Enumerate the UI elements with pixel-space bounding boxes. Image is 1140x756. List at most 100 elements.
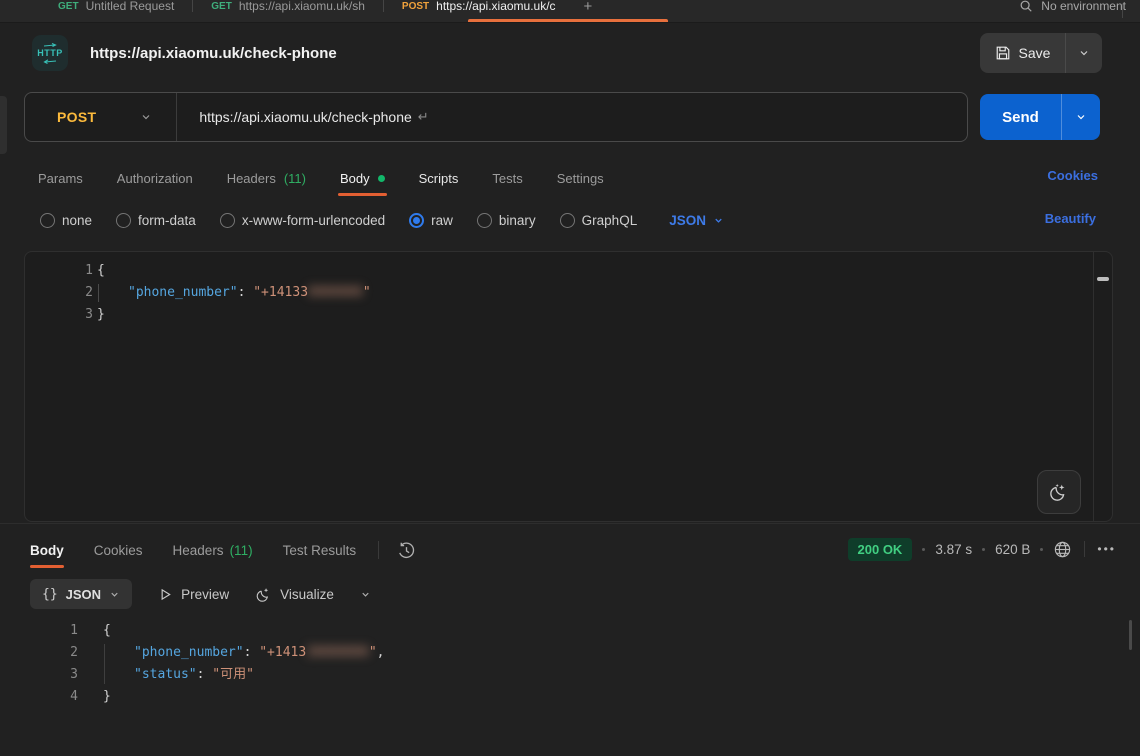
network-globe-icon[interactable] (1053, 540, 1072, 559)
radio-graphql[interactable] (560, 213, 575, 228)
tab-tests[interactable]: Tests (492, 160, 522, 196)
active-tab-underline (468, 19, 668, 22)
cookies-link[interactable]: Cookies (1047, 168, 1098, 183)
request-tab-2[interactable]: GET https://api.xiaomu.uk/sh (193, 0, 383, 21)
resp-headers-count: (11) (230, 543, 253, 558)
method-badge: GET (211, 1, 232, 12)
response-meta: 200 OK 3.87 s 620 B ••• (848, 534, 1116, 564)
headers-count: (11) (284, 171, 306, 186)
status-badge[interactable]: 200 OK (848, 538, 913, 561)
response-size[interactable]: 620 B (995, 542, 1030, 557)
send-label: Send (980, 109, 1061, 126)
url-bar: POST https://api.xiaomu.uk/check-phone ↵ (24, 92, 968, 142)
tab-bar-divider (1122, 4, 1123, 18)
braces-icon: {} (42, 587, 58, 602)
resp-tab-body-active[interactable]: Body (30, 530, 64, 570)
redacted-phone-digits: 30000000 (306, 645, 369, 660)
indent-guide (104, 644, 105, 684)
line-number: 3 (53, 304, 93, 326)
resp-tab-test-results[interactable]: Test Results (283, 530, 357, 570)
http-request-icon: HTTP (32, 35, 68, 71)
resp-tab-cookies[interactable]: Cookies (94, 530, 143, 570)
send-options-caret[interactable] (1062, 94, 1100, 140)
tab-settings[interactable]: Settings (557, 160, 604, 196)
method-selector-caret[interactable] (140, 111, 152, 123)
request-tab-3-active[interactable]: POST https://api.xiaomu.uk/c (384, 0, 574, 21)
resp-code-line-3: "status": "可用" (134, 664, 254, 686)
redacted-phone-digits: 0000000 (308, 285, 363, 300)
response-body-viewer[interactable]: 1 2 3 4 { "phone_number": "+141330000000… (0, 612, 1140, 756)
mode-none[interactable]: none (40, 213, 92, 228)
request-header: HTTP https://api.xiaomu.uk/check-phone S… (0, 31, 1140, 75)
editor-scrollbar-thumb[interactable] (1097, 277, 1109, 281)
radio-none[interactable] (40, 213, 55, 228)
resp-code-line-2: "phone_number": "+141330000000", (134, 642, 384, 664)
line-number: 1 (38, 620, 78, 642)
radio-form-data[interactable] (116, 213, 131, 228)
mode-binary[interactable]: binary (477, 213, 536, 228)
send-button[interactable]: Send (980, 94, 1100, 140)
line-number: 1 (53, 260, 93, 282)
body-language-select[interactable]: JSON (669, 213, 724, 228)
search-icon (1019, 0, 1033, 13)
url-return-glyph: ↵ (418, 109, 429, 125)
tab-label: https://api.xiaomu.uk/c (436, 0, 555, 13)
visualize-sparkle-icon (255, 586, 272, 603)
workspace-tab-bar: GET Untitled Request GET https://api.xia… (0, 0, 1140, 23)
mode-graphql[interactable]: GraphQL (560, 213, 638, 228)
request-title: https://api.xiaomu.uk/check-phone (90, 45, 337, 62)
line-number: 2 (38, 642, 78, 664)
body-modified-dot (378, 175, 385, 182)
environment-label: No environment (1041, 0, 1126, 13)
play-icon (158, 587, 173, 602)
radio-raw-selected[interactable] (409, 213, 424, 228)
visualize-caret[interactable] (360, 589, 371, 600)
save-icon (995, 45, 1011, 61)
response-time[interactable]: 3.87 s (935, 542, 972, 557)
request-body-editor[interactable]: 1 2 3 { "phone_number": "+141330000000" … (24, 251, 1113, 522)
response-toolbar: {} JSON Preview Visualize (0, 576, 1140, 612)
save-button[interactable]: Save (980, 33, 1102, 73)
radio-binary[interactable] (477, 213, 492, 228)
preview-button[interactable]: Preview (158, 587, 229, 602)
tab-headers[interactable]: Headers(11) (227, 160, 306, 196)
response-more-button[interactable]: ••• (1097, 542, 1116, 556)
postbot-button[interactable] (1037, 470, 1081, 514)
tab-label: Untitled Request (86, 0, 175, 13)
visualize-button[interactable]: Visualize (255, 586, 334, 603)
sidebar-collapse-handle[interactable] (0, 96, 7, 154)
code-line-2: "phone_number": "+141330000000" (128, 282, 371, 304)
tab-authorization[interactable]: Authorization (117, 160, 193, 196)
line-number: 3 (38, 664, 78, 686)
method-badge: GET (58, 1, 79, 12)
code-line-3: } (97, 304, 105, 326)
line-number: 2 (53, 282, 93, 304)
resp-code-line-4: } (103, 686, 111, 708)
tab-params[interactable]: Params (38, 160, 83, 196)
tab-label: https://api.xiaomu.uk/sh (239, 0, 365, 13)
editor-scrollbar[interactable] (1093, 252, 1112, 521)
method-badge: POST (402, 1, 429, 12)
radio-urlencoded[interactable] (220, 213, 235, 228)
save-label: Save (1019, 45, 1051, 61)
body-mode-row: none form-data x-www-form-urlencoded raw… (0, 204, 1140, 236)
new-tab-button[interactable]: + (574, 0, 603, 15)
resp-code-line-1: { (103, 620, 111, 642)
response-scrollbar-thumb[interactable] (1129, 620, 1132, 650)
tab-scripts[interactable]: Scripts (419, 160, 459, 196)
response-history-icon[interactable] (397, 541, 416, 560)
mode-urlencoded[interactable]: x-www-form-urlencoded (220, 213, 385, 228)
resp-tab-headers[interactable]: Headers(11) (173, 530, 253, 570)
app-window: GET Untitled Request GET https://api.xia… (0, 0, 1140, 756)
tab-body-active[interactable]: Body (340, 160, 385, 196)
mode-raw-selected[interactable]: raw (409, 213, 453, 228)
line-number: 4 (38, 686, 78, 708)
code-line-1: { (97, 260, 105, 282)
response-format-select[interactable]: {} JSON (30, 579, 132, 609)
method-selector-value[interactable]: POST (57, 109, 96, 125)
save-options-caret[interactable] (1066, 33, 1102, 73)
request-tab-1[interactable]: GET Untitled Request (40, 0, 192, 21)
mode-form-data[interactable]: form-data (116, 213, 196, 228)
url-input[interactable]: https://api.xiaomu.uk/check-phone (199, 109, 411, 125)
beautify-link[interactable]: Beautify (1045, 211, 1096, 226)
